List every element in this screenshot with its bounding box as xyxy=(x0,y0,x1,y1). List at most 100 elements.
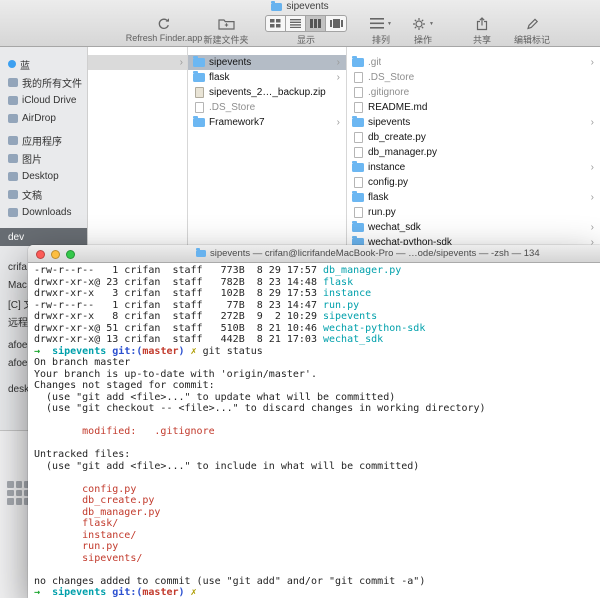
folder-icon xyxy=(271,0,283,11)
new-folder-button[interactable]: 新建文件夹 xyxy=(196,14,256,46)
edit-tags-button[interactable]: 编辑标记 xyxy=(506,14,558,46)
finder-titlebar: sipevents Refresh Finder.app 新建文件夹 显示 ▼ … xyxy=(0,0,600,47)
sidebar-item-label: crifa xyxy=(8,261,27,273)
chevron-right-icon xyxy=(591,118,594,128)
zoom-button[interactable] xyxy=(66,249,75,259)
file-row[interactable]: run.py xyxy=(347,205,600,220)
terminal-line: run.py xyxy=(34,541,119,552)
file-row[interactable]: .gitignore xyxy=(347,85,600,100)
file-row[interactable]: flask xyxy=(188,70,346,85)
arrange-icon: ▼ xyxy=(370,14,392,33)
sidebar-item[interactable]: dev xyxy=(0,228,87,246)
sidebar-item-label: afoe xyxy=(8,357,28,369)
pictures-icon xyxy=(8,153,18,163)
folder-icon xyxy=(352,161,364,172)
file-name: db_create.py xyxy=(368,132,426,143)
view-segmented-control xyxy=(265,15,347,32)
sidebar-item-label: AirDrop xyxy=(22,112,56,124)
sidebar-item[interactable]: Downloads xyxy=(0,203,87,221)
file-name: flask xyxy=(368,192,389,203)
close-button[interactable] xyxy=(36,249,45,259)
folder-icon xyxy=(352,221,364,232)
sidebar-item-label: 图片 xyxy=(22,154,42,166)
file-row[interactable]: instance xyxy=(347,160,600,175)
file-icon xyxy=(353,147,363,158)
share-button[interactable]: 共享 xyxy=(460,14,504,46)
sidebar-item[interactable]: 应用程序 xyxy=(0,131,87,149)
file-row[interactable]: .DS_Store xyxy=(347,70,600,85)
sidebar-item[interactable]: 蓝 xyxy=(0,55,87,73)
share-icon xyxy=(476,14,488,33)
file-row[interactable]: flask xyxy=(347,190,600,205)
terminal-line: drwxr-xr-x 8 crifan staff 272B 9 2 10:29… xyxy=(34,311,378,322)
sidebar-item[interactable]: 文稿 xyxy=(0,185,87,203)
file-row[interactable]: README.md xyxy=(347,100,600,115)
chevron-right-icon xyxy=(180,58,183,68)
terminal-line: Your branch is up-to-date with 'origin/m… xyxy=(34,368,317,380)
file-row[interactable]: .git xyxy=(347,55,600,70)
file-row[interactable]: wechat_sdk xyxy=(347,220,600,235)
terminal-title-text: sipevents — crifan@licrifandeMacBook-Pro… xyxy=(210,248,540,259)
refresh-icon xyxy=(157,14,171,33)
file-row[interactable]: sipevents xyxy=(188,55,346,70)
parent-folder-row[interactable] xyxy=(88,55,187,70)
file-icon xyxy=(353,72,363,83)
folder-icon xyxy=(193,56,205,67)
file-row[interactable]: .DS_Store xyxy=(188,100,346,115)
arrange-button[interactable]: ▼ 排列 xyxy=(360,14,402,46)
column-view-button[interactable] xyxy=(306,16,326,31)
list-view-button[interactable] xyxy=(286,16,306,31)
file-name: instance xyxy=(368,162,406,173)
action-button[interactable]: ▼ 操作 xyxy=(402,14,444,46)
terminal-line: -rw-r--r-- 1 crifan staff 773B 8 29 17:5… xyxy=(34,265,402,276)
file-name: .git xyxy=(368,57,382,68)
new-folder-icon xyxy=(217,14,235,33)
sidebar-item-label: dev xyxy=(8,231,25,243)
sidebar-item[interactable]: iCloud Drive xyxy=(0,91,87,109)
folder-icon xyxy=(196,248,206,257)
terminal-line: drwxr-xr-x@ 23 crifan staff 782B 8 23 14… xyxy=(34,276,354,288)
sidebar-item[interactable]: Desktop xyxy=(0,167,87,185)
file-icon xyxy=(194,102,204,113)
terminal-output[interactable]: -rw-r--r-- 1 crifan staff 773B 8 29 17:5… xyxy=(28,263,600,598)
file-row[interactable]: config.py xyxy=(347,175,600,190)
sidebar-item-label: afoe xyxy=(8,339,28,351)
applications-icon xyxy=(8,135,18,145)
file-row[interactable]: db_create.py xyxy=(347,130,600,145)
file-row[interactable]: Framework7 xyxy=(188,115,346,130)
terminal-line: flask/ xyxy=(34,518,119,529)
file-name: run.py xyxy=(368,207,396,218)
sidebar-item[interactable]: 我的所有文件 xyxy=(0,73,87,91)
terminal-titlebar[interactable]: sipevents — crifan@licrifandeMacBook-Pro… xyxy=(28,245,600,263)
gear-icon: ▼ xyxy=(412,14,434,33)
terminal-line: → sipevents git:(master) ✗ git status xyxy=(34,345,263,357)
icon-view-button[interactable] xyxy=(266,16,286,31)
tag-icon xyxy=(8,60,16,68)
downloads-icon xyxy=(8,207,18,217)
documents-icon xyxy=(8,189,18,199)
file-row[interactable]: sipevents xyxy=(347,115,600,130)
file-row[interactable]: db_manager.py xyxy=(347,145,600,160)
refresh-label: Refresh Finder.app xyxy=(125,33,203,43)
folder-icon xyxy=(193,71,205,82)
refresh-finder-button[interactable]: Refresh Finder.app xyxy=(122,14,206,43)
sidebar-item-label: 蓝 xyxy=(20,60,30,72)
file-name: db_manager.py xyxy=(368,147,437,158)
terminal-line: db_create.py xyxy=(34,495,155,506)
terminal-line: (use "git add <file>..." to include in w… xyxy=(34,460,420,472)
file-row[interactable]: sipevents_2…_backup.zip xyxy=(188,85,346,100)
terminal-line: drwxr-xr-x@ 13 crifan staff 442B 8 21 17… xyxy=(34,334,384,345)
sidebar-item[interactable]: AirDrop xyxy=(0,109,87,127)
chevron-right-icon xyxy=(337,58,340,68)
terminal-title: sipevents — crifan@licrifandeMacBook-Pro… xyxy=(196,245,598,262)
sidebar-item[interactable]: 图片 xyxy=(0,149,87,167)
terminal-line: drwxr-xr-x@ 51 crifan staff 510B 8 21 10… xyxy=(34,322,426,334)
file-icon xyxy=(353,102,363,113)
minimize-button[interactable] xyxy=(51,249,60,259)
coverflow-view-button[interactable] xyxy=(326,16,346,31)
terminal-line: → sipevents git:(master) ✗ xyxy=(34,587,197,598)
file-name: README.md xyxy=(368,102,428,113)
